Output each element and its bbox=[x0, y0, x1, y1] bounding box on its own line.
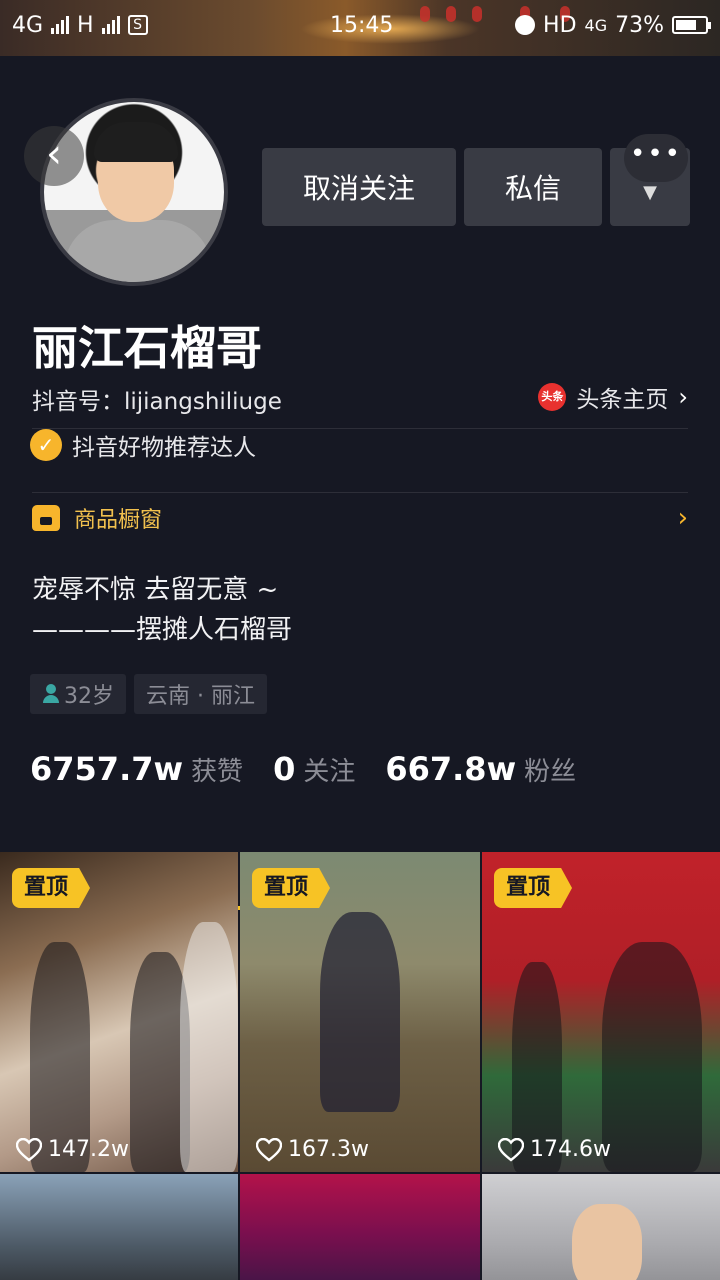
douyin-id: 抖音号：lijiangshiliuge bbox=[32, 389, 282, 415]
bio: 宠辱不惊 去留无意 ~ ————摆摊人石榴哥 bbox=[32, 570, 292, 650]
heart-icon bbox=[256, 1137, 282, 1162]
profile-tags: 32岁 云南 · 丽江 bbox=[30, 674, 267, 714]
likes-count: 6757.7w bbox=[30, 750, 184, 788]
network-left-label: 4G bbox=[12, 12, 44, 38]
video-likes-count: 147.2w bbox=[48, 1137, 129, 1162]
divider bbox=[32, 492, 688, 493]
check-icon: ✓ bbox=[30, 429, 62, 461]
network-mid-label: H bbox=[77, 12, 94, 38]
unfollow-button[interactable]: 取消关注 bbox=[262, 148, 456, 226]
video-thumbnail[interactable] bbox=[482, 1174, 720, 1280]
following-label[interactable]: 关注 bbox=[303, 751, 355, 788]
more-icon[interactable]: ••• bbox=[624, 134, 688, 182]
bio-line: ————摆摊人石榴哥 bbox=[32, 615, 293, 645]
profile-name: 丽江石榴哥 bbox=[32, 321, 262, 375]
heart-icon bbox=[498, 1137, 524, 1162]
video-grid: 置顶 147.2w 置顶 167.3w 置顶 174.6w bbox=[0, 852, 720, 1280]
video-likes: 174.6w bbox=[498, 1137, 611, 1162]
verified-badge: ✓ 抖音好物推荐达人 bbox=[30, 428, 256, 462]
signal-icon bbox=[51, 16, 70, 34]
status-bar: 4G H S 15:45 HD 4G 73% bbox=[0, 0, 720, 50]
pinned-badge: 置顶 bbox=[252, 868, 331, 908]
toutiao-homepage-link[interactable]: 头条 头条主页 › bbox=[538, 380, 688, 414]
location-tag: 云南 · 丽江 bbox=[134, 674, 267, 714]
followers-count[interactable]: 667.8w bbox=[385, 750, 516, 788]
video-thumbnail[interactable]: 置顶 174.6w bbox=[482, 852, 720, 1172]
battery-percent: 73% bbox=[615, 12, 664, 38]
age-label: 32岁 bbox=[64, 684, 114, 709]
video-thumbnail[interactable] bbox=[0, 1174, 238, 1280]
shop-icon bbox=[32, 505, 60, 531]
video-likes-count: 174.6w bbox=[530, 1137, 611, 1162]
message-button[interactable]: 私信 bbox=[464, 148, 602, 226]
likes-label: 获赞 bbox=[191, 757, 244, 787]
signal-icon bbox=[101, 16, 120, 34]
bio-line: 宠辱不惊 去留无意 ~ bbox=[32, 575, 279, 605]
toutiao-logo-icon: 头条 bbox=[538, 383, 567, 411]
shop-window-link[interactable]: 商品橱窗 › bbox=[32, 500, 688, 536]
following-count[interactable]: 0 bbox=[273, 750, 295, 788]
stats: 6757.7w 获赞 0 关注 667.8w 粉丝 bbox=[30, 750, 606, 788]
video-thumbnail[interactable]: 置顶 147.2w bbox=[0, 852, 238, 1172]
shop-label: 商品橱窗 bbox=[74, 508, 163, 533]
pinned-badge: 置顶 bbox=[494, 868, 573, 908]
battery-fill bbox=[676, 20, 697, 30]
video-likes-count: 167.3w bbox=[288, 1137, 369, 1162]
person-icon bbox=[42, 684, 60, 704]
video-likes: 147.2w bbox=[16, 1137, 129, 1162]
heart-icon bbox=[16, 1137, 42, 1162]
chevron-right-icon: › bbox=[678, 383, 688, 411]
status-time: 15:45 bbox=[330, 12, 394, 38]
toutiao-label: 头条主页 bbox=[576, 387, 669, 413]
followers-label[interactable]: 粉丝 bbox=[524, 751, 576, 788]
hd-label: HD bbox=[543, 12, 577, 38]
verified-label: 抖音好物推荐达人 bbox=[72, 435, 256, 461]
chevron-down-icon: ▼ bbox=[643, 181, 657, 203]
age-tag: 32岁 bbox=[30, 674, 126, 714]
sim-icon: S bbox=[127, 15, 148, 35]
alarm-icon bbox=[515, 15, 536, 35]
battery-icon bbox=[672, 16, 711, 34]
pinned-badge: 置顶 bbox=[12, 868, 91, 908]
video-likes: 167.3w bbox=[256, 1137, 369, 1162]
video-thumbnail[interactable]: 置顶 167.3w bbox=[240, 852, 480, 1172]
video-thumbnail[interactable] bbox=[240, 1174, 480, 1280]
back-button[interactable]: ‹ bbox=[24, 126, 84, 186]
chevron-right-icon: › bbox=[677, 503, 688, 533]
divider bbox=[32, 428, 688, 429]
network-right-label: 4G bbox=[584, 15, 608, 35]
avatar[interactable] bbox=[40, 98, 228, 286]
